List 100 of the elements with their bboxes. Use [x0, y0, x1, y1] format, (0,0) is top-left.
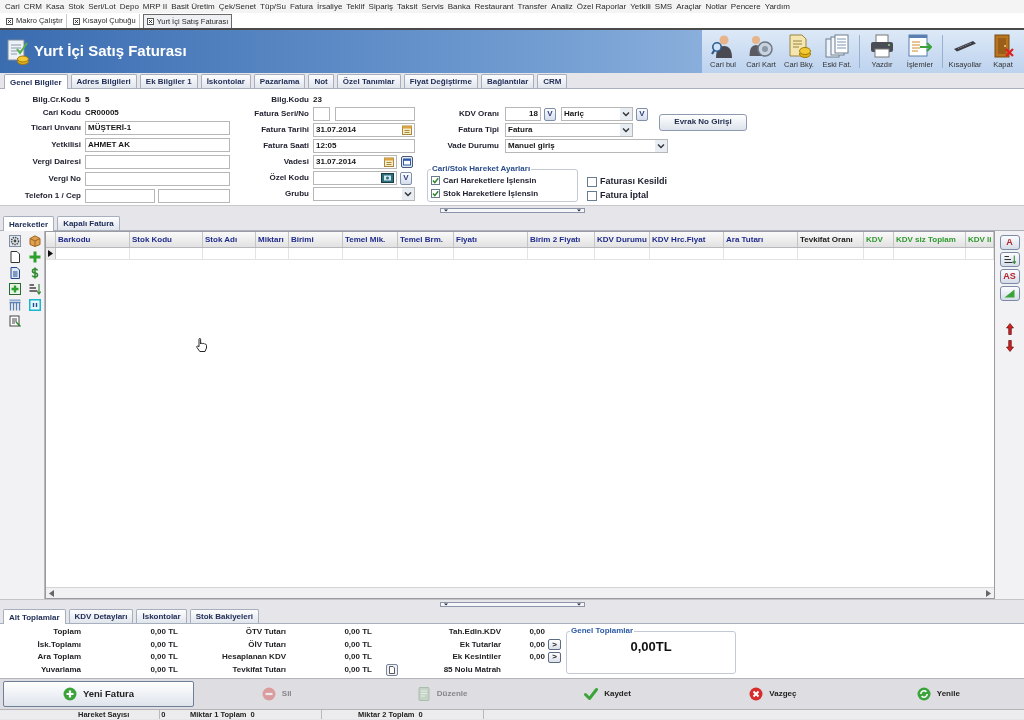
input-field[interactable] [85, 154, 230, 169]
move-down-icon[interactable] [1005, 340, 1014, 352]
input-field[interactable] [313, 171, 397, 185]
checkbox[interactable] [431, 189, 440, 198]
cancel-button[interactable]: Vazgeç [690, 681, 856, 707]
tab[interactable]: Not [308, 74, 334, 88]
column-header[interactable]: KDV Hrc.Fiyat [650, 232, 724, 247]
menu-item[interactable]: Yetkili [628, 0, 653, 13]
menu-item[interactable]: CRM [21, 0, 44, 13]
option-button[interactable]: V [544, 107, 556, 121]
menu-item[interactable]: Banka [445, 0, 473, 13]
text-style-button[interactable]: A [999, 235, 1020, 250]
menu-item[interactable]: Basit Üretim [169, 0, 217, 13]
input-field[interactable] [158, 188, 230, 203]
column-header[interactable]: KDV Durumu [595, 232, 650, 247]
input-field[interactable] [335, 107, 415, 121]
splitter-handle[interactable] [439, 602, 585, 607]
tab[interactable]: Genel Bilgiler [4, 74, 68, 89]
input-field[interactable]: 18 [505, 107, 541, 121]
column-header[interactable]: Fiyatı [454, 232, 528, 247]
new-button[interactable]: Yeni Fatura [3, 681, 194, 707]
sort-button[interactable] [999, 252, 1020, 267]
tab[interactable]: Ek Bilgiler 1 [139, 74, 198, 88]
dropdown[interactable]: Hariç [561, 107, 633, 121]
column-header[interactable]: Birim 2 Fiyatı [528, 232, 595, 247]
input-field[interactable]: MÜŞTERİ-1 [85, 120, 230, 135]
document-edit-icon[interactable] [9, 315, 21, 327]
menu-item[interactable]: Analiz [549, 0, 575, 13]
tab[interactable]: KDV Detayları [68, 609, 134, 623]
menu-item[interactable]: Notlar [703, 0, 729, 13]
menu-item[interactable]: İrsaliye [315, 0, 345, 13]
settings-icon[interactable] [9, 235, 21, 247]
menu-item[interactable]: Sipariş [366, 0, 396, 13]
input-field[interactable] [313, 107, 330, 121]
tab[interactable]: Özel Tanımlar [336, 74, 401, 88]
refresh-button[interactable]: Yenile [855, 681, 1022, 707]
column-header[interactable]: Tevkifat Oranı [798, 232, 864, 247]
column-header[interactable]: Ara Tutarı [724, 232, 798, 247]
input-field[interactable]: AHMET AK [85, 137, 230, 152]
calendar-button[interactable] [401, 156, 413, 168]
date-field[interactable]: 31.07.2014 [313, 123, 415, 137]
menu-item[interactable]: Çek/Senet [216, 0, 259, 13]
column-header[interactable]: Temel Brm. [398, 232, 454, 247]
menu-item[interactable]: Teklif [344, 0, 367, 13]
tab[interactable]: Pazarlama [253, 74, 306, 88]
tab[interactable]: Adres Bilgileri [70, 74, 137, 88]
checkbox[interactable] [587, 177, 597, 187]
input-field[interactable] [85, 188, 155, 203]
chart-button[interactable] [999, 286, 1020, 301]
column-header[interactable]: Birimi [289, 232, 343, 247]
menu-item[interactable]: Tüp/Su [258, 0, 288, 13]
document-icon[interactable] [9, 251, 21, 263]
column-header[interactable]: Stok Adı [203, 232, 256, 247]
tab[interactable]: Stok Bakiyeleri [189, 609, 260, 623]
date-field[interactable]: 31.07.2014 [313, 155, 397, 169]
menu-item[interactable]: Seri/Lot [86, 0, 118, 13]
tab[interactable]: Bağlantılar [480, 74, 535, 88]
menu-item[interactable]: Araçlar [674, 0, 704, 13]
tab[interactable]: Hareketler [3, 216, 55, 231]
tab[interactable]: Alt Toplamlar [3, 609, 66, 624]
pause-icon[interactable] [28, 299, 41, 311]
option-button[interactable]: V [636, 107, 648, 121]
menu-item[interactable]: Pencere [728, 0, 763, 13]
columns-icon[interactable] [9, 299, 21, 311]
input-field[interactable] [85, 171, 230, 186]
option-button[interactable]: V [400, 171, 412, 185]
text-style-button[interactable]: AS [999, 269, 1020, 284]
column-header[interactable]: Miktarı [256, 232, 289, 247]
menu-item[interactable]: Transfer [515, 0, 550, 13]
menu-item[interactable]: Restaurant [472, 0, 516, 13]
menu-item[interactable]: Taksit [395, 0, 420, 13]
sort-icon[interactable] [28, 283, 41, 295]
document-button[interactable] [386, 663, 398, 676]
horizontal-scrollbar[interactable] [46, 587, 994, 598]
menu-item[interactable]: Özel Raporlar [574, 0, 629, 13]
column-header[interactable]: Barkodu [56, 232, 130, 247]
menu-item[interactable]: Cari [3, 0, 22, 13]
package-icon[interactable] [28, 235, 41, 247]
column-header[interactable]: Stok Kodu [130, 232, 203, 247]
column-header[interactable]: Temel Mik. [343, 232, 398, 247]
add-document-icon[interactable] [9, 283, 21, 295]
menu-item[interactable]: Yardım [762, 0, 792, 13]
checkbox[interactable] [587, 191, 597, 201]
tab[interactable]: Kapalı Fatura [57, 216, 120, 230]
input-field[interactable]: 12:05 [313, 139, 415, 153]
menu-item[interactable]: SMS [652, 0, 675, 13]
menu-item[interactable]: Servis [419, 0, 446, 13]
menu-item[interactable]: Fatura [287, 0, 315, 13]
dropdown[interactable]: Manuel giriş [505, 139, 668, 153]
menu-item[interactable]: MRP II [140, 0, 170, 13]
tab[interactable]: CRM [537, 74, 568, 88]
entry-button[interactable]: Evrak No Girişi [659, 113, 747, 131]
more-button[interactable]: > [548, 651, 561, 663]
document-lines-icon[interactable] [9, 267, 21, 279]
tab[interactable]: İskontolar [136, 609, 187, 623]
save-button[interactable]: Kaydet [524, 681, 691, 707]
scroll-left-icon[interactable] [49, 589, 54, 597]
menu-item[interactable]: Depo [117, 0, 141, 13]
dropdown[interactable]: Fatura [505, 123, 633, 137]
more-button[interactable]: > [548, 639, 561, 651]
